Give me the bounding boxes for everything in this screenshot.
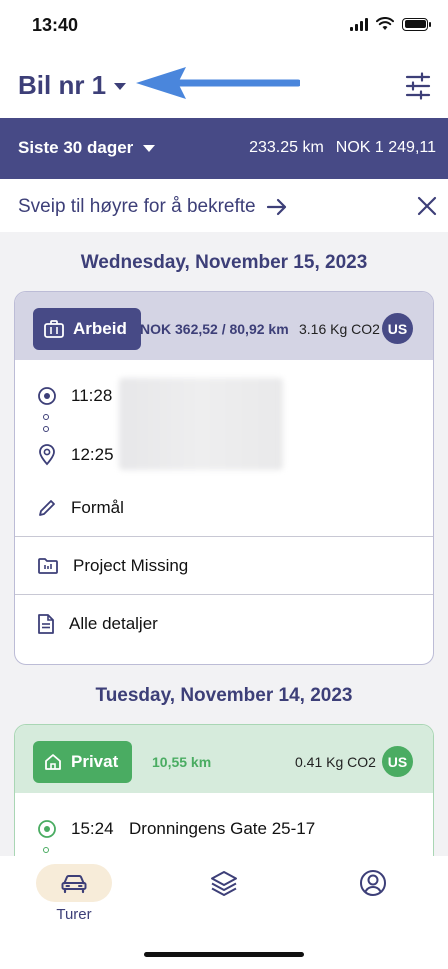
swipe-hint: Sveip til høyre for å bekrefte <box>18 196 288 218</box>
details-row[interactable]: Alle detaljer <box>15 595 433 653</box>
tab-layers[interactable] <box>184 864 264 902</box>
period-amount: NOK 1 249,11 <box>335 139 436 156</box>
trip-type-badge[interactable]: Arbeid <box>33 308 141 350</box>
signal-icon <box>350 17 368 31</box>
period-summary: 233.25 km NOK 1 249,11 <box>249 139 436 157</box>
route-dots <box>43 414 49 438</box>
arrow-right-icon <box>266 198 286 216</box>
layers-icon <box>211 871 237 896</box>
wifi-icon <box>376 17 394 30</box>
trip-distance: 10,55 km <box>152 754 212 770</box>
trip-start: 11:28 <box>37 386 115 406</box>
period-distance: 233.25 km <box>249 139 324 156</box>
status-bar: 13:40 <box>0 0 448 52</box>
trip-type-label: Arbeid <box>73 319 127 338</box>
trip-start: 15:24 Dronningens Gate 25-17 <box>37 819 315 839</box>
battery-icon <box>402 17 431 31</box>
period-label: Siste 30 dager <box>18 138 134 157</box>
status-time: 13:40 <box>32 15 79 35</box>
briefcase-icon <box>44 320 64 338</box>
close-icon[interactable] <box>416 195 438 217</box>
trip-end: 12:25 <box>37 444 115 466</box>
location-pin-icon <box>39 444 55 466</box>
avatar: US <box>382 746 413 777</box>
home-indicator <box>144 952 304 957</box>
date-heading: Tuesday, November 14, 2023 <box>95 685 353 706</box>
caret-down-icon <box>143 144 156 152</box>
trip-co2: 0.41 Kg CO2 <box>295 754 376 770</box>
document-icon <box>38 614 54 634</box>
trip-card-header: Arbeid NOK 362,52 / 80,92 km 3.16 Kg CO2… <box>15 292 433 360</box>
details-label: Alle detaljer <box>69 614 158 633</box>
vehicle-selector[interactable]: Bil nr 1 <box>18 70 127 101</box>
trip-amount: NOK 362,52 / 80,92 km <box>140 321 289 337</box>
avatar: US <box>382 313 413 344</box>
swipe-hint-text: Sveip til høyre for å bekrefte <box>18 196 256 217</box>
profile-icon <box>360 870 386 896</box>
sliders-icon[interactable] <box>404 72 432 100</box>
trip-start-time: 15:24 <box>71 819 114 838</box>
origin-icon <box>38 820 56 838</box>
home-icon <box>45 754 61 770</box>
trip-type-badge[interactable]: Privat <box>33 741 133 783</box>
trip-type-label: Privat <box>71 752 119 771</box>
date-heading: Wednesday, November 15, 2023 <box>80 252 368 273</box>
tab-turer[interactable]: Turer <box>34 864 114 923</box>
trip-end-time: 12:25 <box>71 445 114 464</box>
redacted-addresses <box>119 378 283 470</box>
period-selector[interactable]: Siste 30 dager <box>18 138 156 158</box>
blue-arrow-annotation <box>136 67 300 99</box>
pencil-icon <box>39 500 55 516</box>
trip-co2: 3.16 Kg CO2 <box>299 321 380 337</box>
trip-card-header: Privat 10,55 km 0.41 Kg CO2 US <box>15 725 433 793</box>
caret-down-icon <box>114 83 127 90</box>
swipe-banner: Sveip til høyre for å bekrefte <box>0 179 448 232</box>
folder-icon <box>38 558 58 574</box>
purpose-row[interactable]: Formål <box>15 479 433 537</box>
tab-pill <box>186 864 262 902</box>
top-header: Bil nr 1 <box>0 52 448 118</box>
tab-profile[interactable] <box>333 864 413 902</box>
tab-label: Turer <box>56 906 92 923</box>
period-bar: Siste 30 dager 233.25 km NOK 1 249,11 <box>0 118 448 179</box>
vehicle-title: Bil nr 1 <box>18 70 107 100</box>
trip-start-time: 11:28 <box>71 386 113 405</box>
car-icon <box>61 874 87 894</box>
origin-icon <box>38 387 56 405</box>
purpose-label: Formål <box>71 498 124 517</box>
trip-card[interactable]: Arbeid NOK 362,52 / 80,92 km 3.16 Kg CO2… <box>14 291 434 665</box>
project-label: Project Missing <box>73 556 189 575</box>
tab-pill <box>335 864 411 902</box>
project-row[interactable]: Project Missing <box>15 537 433 595</box>
status-icons <box>350 17 431 31</box>
trip-start-address: Dronningens Gate 25-17 <box>129 819 316 838</box>
tab-pill <box>36 864 112 902</box>
